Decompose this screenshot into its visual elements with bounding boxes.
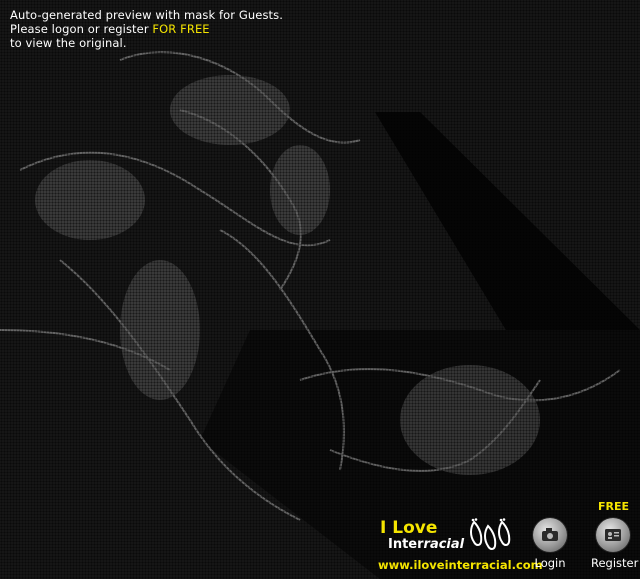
register-label: Register <box>591 556 639 570</box>
notice-line-3: to view the original. <box>10 36 127 50</box>
login-icon-circle <box>533 518 567 552</box>
guest-notice: Auto-generated preview with mask for Gue… <box>10 8 283 50</box>
notice-line-1: Auto-generated preview with mask for Gue… <box>10 8 284 22</box>
brand-subtitle-prefix: Inter <box>388 537 424 552</box>
id-card-icon <box>605 529 621 541</box>
login-label: Login <box>534 556 566 570</box>
brand-subtitle-accent: racial <box>423 537 465 552</box>
brand-logo[interactable]: I Love Interracial www.iloveinterracial.… <box>376 516 543 574</box>
brand-subtitle: Interracial <box>388 537 464 553</box>
register-icon-circle <box>596 518 630 552</box>
free-tag: FREE <box>598 500 630 513</box>
login-button[interactable]: Login <box>528 518 572 574</box>
notice-line-2-text: Please logon or register <box>10 22 153 36</box>
brand-url: www.iloveinterracial.com <box>378 558 543 572</box>
masked-preview-image <box>0 0 640 579</box>
for-free-highlight: FOR FREE <box>152 22 210 36</box>
preview-stage: Auto-generated preview with mask for Gue… <box>0 0 640 579</box>
register-button[interactable]: Register <box>591 518 639 574</box>
brand-title: I Love <box>380 518 438 538</box>
footprints-icon <box>470 518 511 550</box>
notice-line-2: Please logon or register FOR FREE <box>10 22 283 36</box>
camera-icon <box>542 528 558 541</box>
